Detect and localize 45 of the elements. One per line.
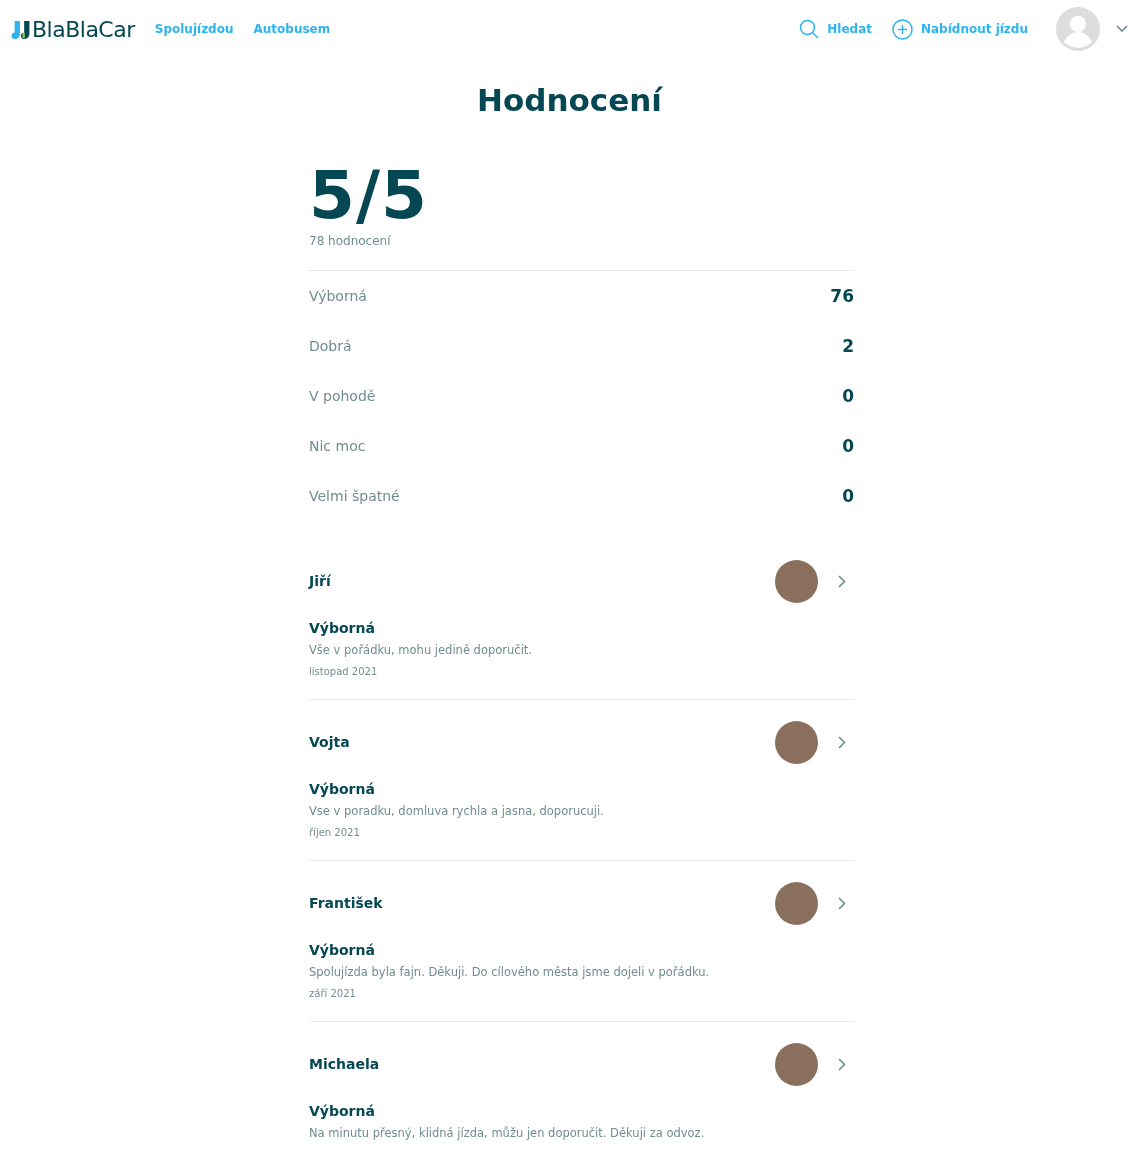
review-comment: Na minutu přesný, klidná jízda, můžu jen doporučit. Děkuji za odvoz. (309, 1126, 706, 1140)
rating-label: V pohodě (309, 388, 376, 404)
rating-total: 76 (830, 286, 854, 306)
review-comment: Vse v poradku, domluva rychla a jasna, doporucuji. (309, 804, 605, 818)
chevron-right-icon[interactable] (838, 735, 846, 749)
review-rating: Výborná (309, 942, 376, 958)
chevron-right-icon[interactable] (838, 574, 846, 588)
avatar-placeholder (775, 559, 818, 603)
nav-link[interactable]: Spolujízdou (154, 22, 234, 36)
offer-ride-link[interactable]: Nabídnout jízdu (891, 18, 1028, 40)
reviewer-name: Vojta (309, 734, 350, 750)
rating-label: Dobrá (309, 338, 352, 354)
rating-label: Nic moc (309, 438, 366, 454)
review-comment: Spolujízda byla fajn. Děkuji. Do cílového města jsme dojeli v pořádku. (309, 965, 711, 979)
rating-label: Výborná (309, 288, 367, 304)
search-icon (799, 19, 820, 39)
avatar-placeholder (775, 881, 818, 925)
review-date: říjen 2021 (309, 827, 361, 838)
rating-total: 0 (842, 436, 854, 456)
review-comment: Vše v pořádku, mohu jedině doporučit. (309, 643, 533, 657)
rating-total: 2 (842, 336, 854, 356)
review-rating: Výborná (309, 781, 376, 797)
search-link[interactable]: Hledat (799, 19, 872, 39)
chevron-down-icon[interactable] (1116, 25, 1128, 33)
plus-circle-icon (891, 18, 913, 40)
reviewer-name: František (309, 895, 383, 911)
nav-link[interactable]: Autobusem (253, 22, 331, 36)
reviewer-name: Michaela (309, 1056, 380, 1072)
logo-icon (11, 19, 31, 39)
rating-count: 78 hodnocení (309, 234, 392, 248)
review-date: září 2021 (309, 988, 357, 999)
rating-label: Velmi špatné (309, 488, 400, 504)
rating-total: 0 (842, 386, 854, 406)
review-date: listopad 2021 (309, 666, 379, 677)
review-rating: Výborná (309, 620, 376, 636)
avatar-placeholder (775, 1042, 818, 1086)
rating-total: 0 (842, 486, 854, 506)
logo-text[interactable]: BlaBlaCar (32, 16, 135, 42)
page-title: Hodnocení (476, 81, 664, 120)
rating-score: 5/5 (309, 160, 429, 232)
review-rating: Výborná (309, 1103, 376, 1119)
avatar-placeholder (775, 720, 818, 764)
chevron-right-icon[interactable] (838, 896, 846, 910)
chevron-right-icon[interactable] (838, 1057, 846, 1071)
reviewer-name: Jiří (309, 573, 331, 589)
